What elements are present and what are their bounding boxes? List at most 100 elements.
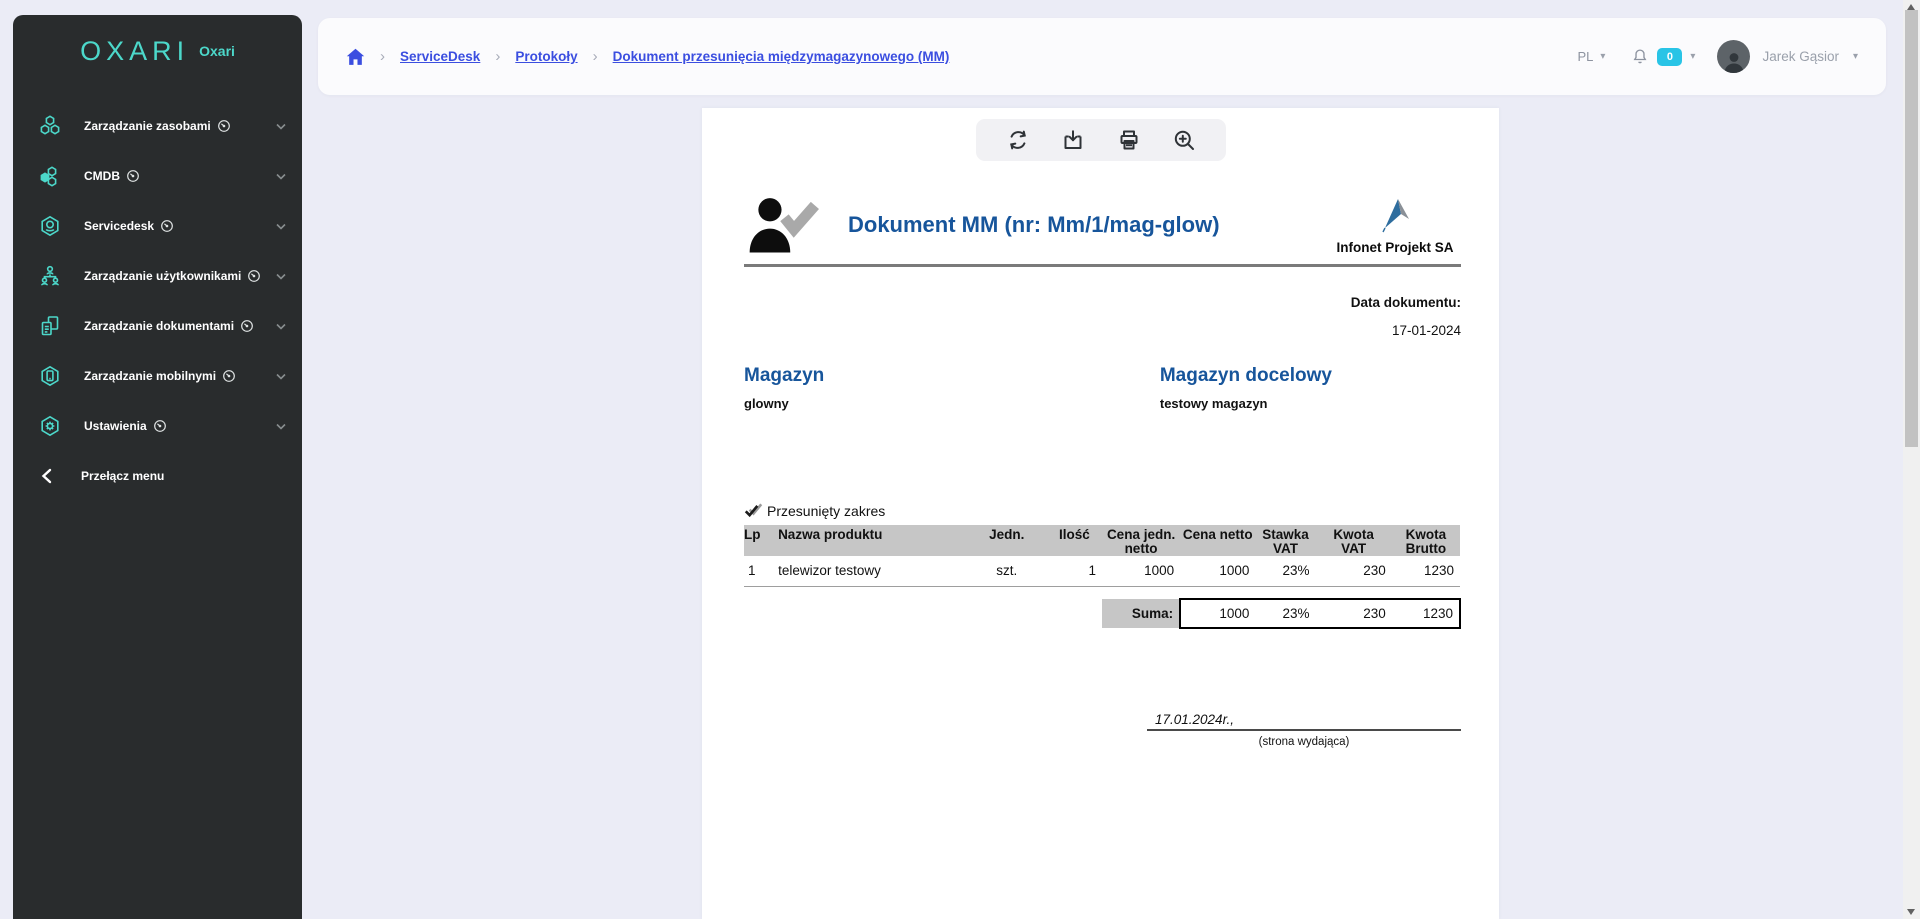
home-button[interactable] — [346, 48, 365, 66]
sidebar-item-cmdb[interactable]: CMDB — [13, 151, 302, 201]
warehouse-target: Magazyn docelowy testowy magazyn — [1160, 365, 1461, 411]
documents-icon — [38, 314, 62, 338]
home-icon — [346, 48, 365, 66]
cell-net: 1000 — [1180, 556, 1255, 586]
col-header-kwota-brutto: KwotaBrutto — [1392, 525, 1460, 556]
breadcrumb-link-protokoly[interactable]: Protokoły — [515, 49, 577, 64]
breadcrumb-separator: › — [593, 48, 598, 65]
moved-range-section-header: Przesunięty zakres — [744, 502, 1461, 519]
signature-block: 17.01.2024r., (strona wydająca) — [1147, 712, 1461, 748]
sidebar-item-zarzadzanie-mobilnymi[interactable]: Zarządzanie mobilnymi — [13, 351, 302, 401]
summary-vat-amount: 230 — [1316, 599, 1392, 628]
user-menu-chevron-icon[interactable]: ▾ — [1853, 51, 1858, 62]
summary-label: Suma: — [1102, 599, 1180, 628]
sidebar-menu: Zarządzanie zasobami CMDB — [13, 101, 302, 501]
sidebar-item-label: Zarządzanie zasobami — [84, 119, 211, 133]
users-icon — [38, 264, 62, 288]
col-header-ilosc: Ilość — [1047, 525, 1102, 556]
sidebar-item-ustawienia[interactable]: Ustawienia — [13, 401, 302, 451]
sidebar-item-label: Zarządzanie użytkownikami — [84, 269, 241, 283]
sidebar-item-servicedesk[interactable]: Servicedesk — [13, 201, 302, 251]
gauge-icon — [247, 269, 261, 283]
signature-caption: (strona wydająca) — [1147, 736, 1461, 748]
col-header-kwota-vat: KwotaVAT — [1316, 525, 1392, 556]
warehouse-target-label: Magazyn docelowy — [1160, 365, 1461, 387]
scrollbar-down-arrow[interactable] — [1907, 909, 1915, 915]
chevron-down-icon — [276, 373, 286, 380]
avatar[interactable] — [1717, 40, 1750, 73]
notifications-button[interactable]: 0 ▾ — [1631, 47, 1695, 66]
vertical-scrollbar[interactable] — [1903, 0, 1920, 919]
sidebar-collapse-toggle[interactable]: Przełącz menu — [13, 451, 302, 501]
servicedesk-icon — [38, 214, 62, 238]
cell-gross: 1230 — [1392, 556, 1460, 586]
col-header-cena-netto: Cena netto — [1180, 525, 1255, 556]
cell-lp: 1 — [744, 556, 770, 586]
document-date-value: 17-01-2024 — [744, 323, 1461, 338]
warehouse-source: Magazyn glowny — [744, 365, 1160, 411]
document-header: Dokument MM (nr: Mm/1/mag-glow) Infonet … — [744, 195, 1461, 255]
table-spacer-row — [744, 586, 1460, 599]
topbar-user-area: PL ▾ 0 ▾ Jarek Gąsior ▾ — [1577, 40, 1858, 73]
gauge-icon — [240, 319, 254, 333]
language-selector[interactable]: PL ▾ — [1577, 49, 1605, 64]
scrollbar-thumb[interactable] — [1905, 10, 1918, 447]
settings-icon — [38, 414, 62, 438]
items-table: Lp Nazwa produktu Jedn. Ilość Cena jedn.… — [744, 525, 1461, 629]
chevron-down-icon: ▾ — [1600, 51, 1605, 62]
breadcrumb-separator: › — [380, 48, 385, 65]
avatar-person-icon — [1722, 49, 1746, 73]
summary-net: 1000 — [1180, 599, 1255, 628]
table-row: 1 telewizor testowy szt. 1 1000 1000 23%… — [744, 556, 1460, 586]
chevron-down-icon — [276, 273, 286, 280]
sidebar-item-zarzadzanie-zasobami[interactable]: Zarządzanie zasobami — [13, 101, 302, 151]
col-header-nazwa-produktu: Nazwa produktu — [770, 525, 967, 556]
col-header-jedn: Jedn. — [967, 525, 1047, 556]
notification-badge: 0 — [1657, 48, 1682, 66]
sidebar-item-zarzadzanie-dokumentami[interactable]: Zarządzanie dokumentami — [13, 301, 302, 351]
oxari-logo[interactable]: OXARI Oxari — [13, 15, 302, 87]
cell-unit: szt. — [967, 556, 1047, 586]
breadcrumb-link-servicedesk[interactable]: ServiceDesk — [400, 49, 480, 64]
cell-unit-price-net: 1000 — [1102, 556, 1180, 586]
document-date-block: Data dokumentu: 17-01-2024 — [744, 295, 1461, 338]
chevron-down-icon — [276, 123, 286, 130]
header-divider — [744, 264, 1461, 267]
topbar: › ServiceDesk › Protokoły › Dokument prz… — [318, 18, 1886, 95]
chevron-left-icon — [41, 468, 52, 484]
col-header-lp: Lp — [744, 525, 770, 556]
gauge-icon — [222, 369, 236, 383]
sidebar-item-label: Zarządzanie dokumentami — [84, 319, 234, 333]
breadcrumb-current-page[interactable]: Dokument przesunięcia międzymagazynowego… — [613, 49, 950, 64]
assets-icon — [38, 114, 62, 138]
sidebar-item-label: Ustawienia — [84, 419, 147, 433]
table-header-row: Lp Nazwa produktu Jedn. Ilość Cena jedn.… — [744, 525, 1460, 556]
language-label: PL — [1577, 49, 1593, 64]
logo-text: Oxari — [199, 43, 235, 59]
company-name: Infonet Projekt SA — [1329, 240, 1461, 255]
gauge-icon — [217, 119, 231, 133]
cmdb-icon — [38, 164, 62, 188]
chevron-down-icon — [276, 173, 286, 180]
sidebar-item-zarzadzanie-uzytkownikami[interactable]: Zarządzanie użytkownikami — [13, 251, 302, 301]
chevron-down-icon — [276, 323, 286, 330]
col-header-cena-jedn-netto: Cena jedn.netto — [1102, 525, 1180, 556]
double-check-icon — [744, 502, 763, 519]
document-date-label: Data dokumentu: — [744, 295, 1461, 310]
summary-vat-rate: 23% — [1255, 599, 1315, 628]
paper-plane-logo-icon — [1375, 195, 1415, 233]
summary-gross: 1230 — [1392, 599, 1460, 628]
document-title: Dokument MM (nr: Mm/1/mag-glow) — [848, 212, 1329, 238]
person-check-icon — [744, 196, 822, 254]
cell-vat-rate: 23% — [1255, 556, 1315, 586]
gauge-icon — [153, 419, 167, 433]
breadcrumb-separator: › — [495, 48, 500, 65]
mobile-icon — [38, 364, 62, 388]
moved-range-title: Przesunięty zakres — [767, 503, 885, 519]
gauge-icon — [126, 169, 140, 183]
signature-date: 17.01.2024r., — [1147, 712, 1461, 731]
cell-vat-amount: 230 — [1316, 556, 1392, 586]
chevron-down-icon: ▾ — [1690, 51, 1695, 62]
user-name[interactable]: Jarek Gąsior — [1762, 49, 1839, 64]
chevron-down-icon — [276, 223, 286, 230]
